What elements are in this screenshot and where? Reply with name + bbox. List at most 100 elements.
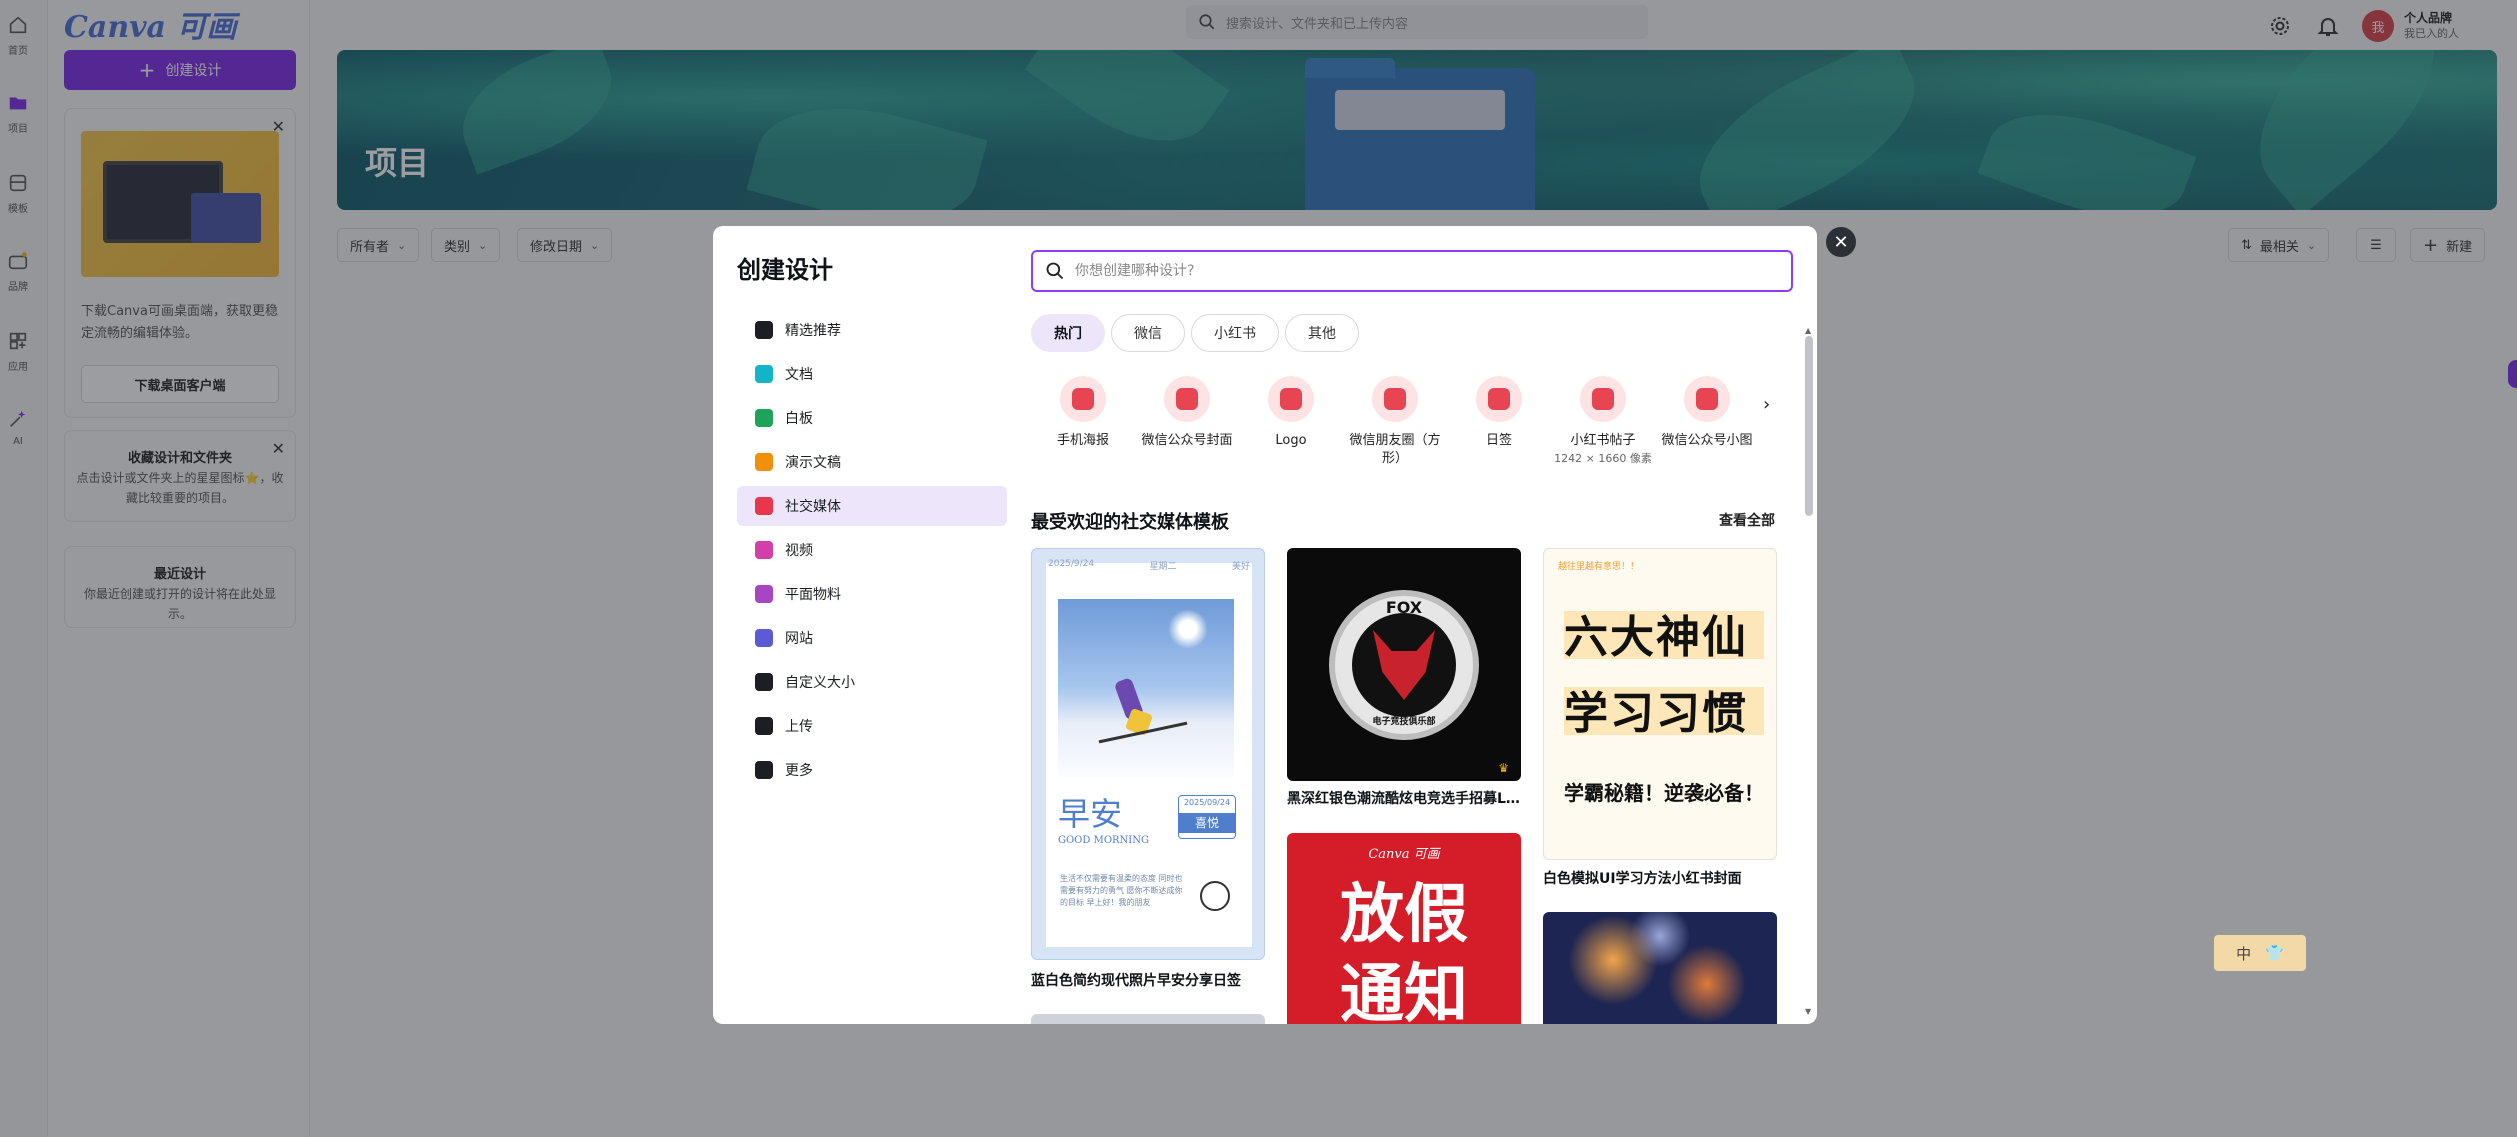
design-type-icon [1268,376,1314,422]
template-card-fireworks[interactable] [1543,912,1777,1024]
chevron-right-icon[interactable]: › [1763,394,1770,415]
crown-icon: ♛ [1498,761,1509,775]
nav-item-3[interactable]: 演示文稿 [737,442,1007,482]
design-type-6[interactable]: 微信公众号小图 [1655,376,1759,468]
section-title: 最受欢迎的社交媒体模板 [1031,512,1229,533]
social-heart-icon [755,497,773,515]
tpl3-line3: 学霸秘籍！逆袭必备！ [1564,781,1764,805]
tpl3-caption[interactable]: 白色模拟UI学习方法小红书封面 [1543,868,1779,888]
nav-item-label: 白板 [785,411,813,427]
tpl1-title: 早安 [1058,795,1123,833]
tpl4-line2: 通知 [1340,958,1468,1024]
nav-item-label: 社交媒体 [785,499,841,515]
nav-item-0[interactable]: 精选推荐 [737,310,1007,350]
ime-label: 中 [2236,944,2252,963]
tpl1-subtitle: GOOD MORNING [1058,835,1149,846]
modal-scrollbar[interactable]: ▲ ▼ [1803,326,1815,1016]
presentation-icon [755,453,773,471]
design-type-label: 微信朋友圈（方形） [1349,433,1441,466]
nav-item-label: 演示文稿 [785,455,841,471]
design-type-0[interactable]: 手机海报 [1031,376,1135,468]
chip-3[interactable]: 其他 [1285,314,1359,352]
tpl1-body: 生活不仅需要有温柔的态度 同时也需要有努力的勇气 愿你不断达成你的目标 早上好！… [1060,874,1183,907]
template-card-study-habits[interactable]: 越往里越有意思！！ 六大神仙 学习习惯 学霸秘籍！逆袭必备！ [1543,548,1777,860]
design-type-label: 微信公众号小图 [1661,433,1753,448]
sparkle-icon [755,321,773,339]
tpl3-top-text: 越往里越有意思！！ [1558,562,1640,572]
fox-ring-text: 电子竞技俱乐部 [1372,717,1436,727]
nav-item-8[interactable]: 自定义大小 [737,662,1007,702]
tpl1-tag: 美好 [1231,562,1250,572]
design-search-input[interactable] [1075,263,1755,279]
template-card-holiday-notice[interactable]: Canva 可画 放假 通知 [1287,833,1521,1024]
tpl1-badge-date: 2025/09/24 [1183,798,1231,807]
video-icon [755,541,773,559]
nav-item-10[interactable]: 更多 [737,750,1007,790]
tpl1-badge-word: 喜悦 [1179,813,1235,833]
design-type-label: Logo [1275,433,1307,448]
tpl3-line2: 学习习惯 [1564,688,1748,739]
ime-indicator[interactable]: 中 👕 [2214,935,2306,971]
modal-title: 创建设计 [737,256,833,284]
chip-2[interactable]: 小红书 [1191,314,1279,352]
nav-item-1[interactable]: 文档 [737,354,1007,394]
design-type-row: 手机海报 微信公众号封面 Logo 微信朋友圈（方形） 日签 小红书帖子 1242 × 16… [1031,376,1759,468]
fox-badge: FOX 电子竞技俱乐部 [1329,590,1479,740]
nav-item-label: 上传 [785,719,813,735]
design-type-icon [1580,376,1626,422]
skier-photo [1058,599,1234,777]
chip-0[interactable]: 热门 [1031,314,1105,352]
chip-row: 热门 微信 小红书 其他 [1031,314,1359,352]
design-type-label: 日签 [1485,433,1512,448]
template-card-fox-logo[interactable]: FOX 电子竞技俱乐部 ♛ [1287,548,1521,781]
nav-item-label: 网站 [785,631,813,647]
view-all-link[interactable]: 查看全部 [1719,510,1775,530]
print-icon [755,585,773,603]
design-type-icon [1476,376,1522,422]
design-type-label: 小红书帖子 [1570,433,1636,448]
tpl2-caption[interactable]: 黑深红银色潮流酷炫电竞选手招募Logo [1287,788,1523,808]
chip-1[interactable]: 微信 [1111,314,1185,352]
doc-icon [755,365,773,383]
create-design-modal: 创建设计 精选推荐文档白板演示文稿社交媒体视频平面物料网站自定义大小上传更多 热… [713,226,1817,1024]
tpl1-weekday: 星期二 [1149,562,1177,572]
nav-item-label: 平面物料 [785,587,841,603]
design-type-label: 手机海报 [1056,433,1109,448]
nav-item-5[interactable]: 视频 [737,530,1007,570]
nav-item-label: 视频 [785,543,813,559]
nav-item-4[interactable]: 社交媒体 [737,486,1007,526]
nav-item-label: 精选推荐 [785,323,841,339]
design-type-3[interactable]: 微信朋友圈（方形） [1343,376,1447,468]
tpl4-line1: 放假 [1340,878,1468,952]
nav-item-9[interactable]: 上传 [737,706,1007,746]
template-card-partial[interactable] [1031,1014,1265,1024]
design-type-5[interactable]: 小红书帖子 1242 × 1660 像素 [1551,376,1655,468]
design-type-icon [1372,376,1418,422]
more-icon [755,761,773,779]
website-icon [755,629,773,647]
close-icon: ✕ [1833,231,1849,253]
tpl3-line1: 六大神仙 [1564,612,1748,663]
design-type-1[interactable]: 微信公众号封面 [1135,376,1239,468]
close-modal-button[interactable]: ✕ [1826,227,1856,257]
tpl1-caption[interactable]: 蓝白色简约现代照片早安分享日签 [1031,970,1267,990]
nav-item-label: 自定义大小 [785,675,855,691]
cloud-upload-icon [755,717,773,735]
design-type-icon [1060,376,1106,422]
qr-code-icon [1200,881,1230,911]
nav-item-6[interactable]: 平面物料 [737,574,1007,614]
design-type-icon [1684,376,1730,422]
design-search[interactable] [1031,250,1793,292]
nav-item-7[interactable]: 网站 [737,618,1007,658]
whiteboard-icon [755,409,773,427]
custom-size-icon [755,673,773,691]
design-type-4[interactable]: 日签 [1447,376,1551,468]
template-card-good-morning[interactable]: 2025/9/24 星期二 美好 早安 GOOD MORNING 2025/09… [1031,548,1265,960]
nav-item-label: 更多 [785,763,813,779]
tpl1-date: 2025/9/24 [1048,559,1095,569]
tpl4-brand: Canva 可画 [1368,847,1440,862]
search-icon [1046,262,1064,280]
design-type-2[interactable]: Logo [1239,376,1343,468]
design-type-icon [1164,376,1210,422]
nav-item-2[interactable]: 白板 [737,398,1007,438]
